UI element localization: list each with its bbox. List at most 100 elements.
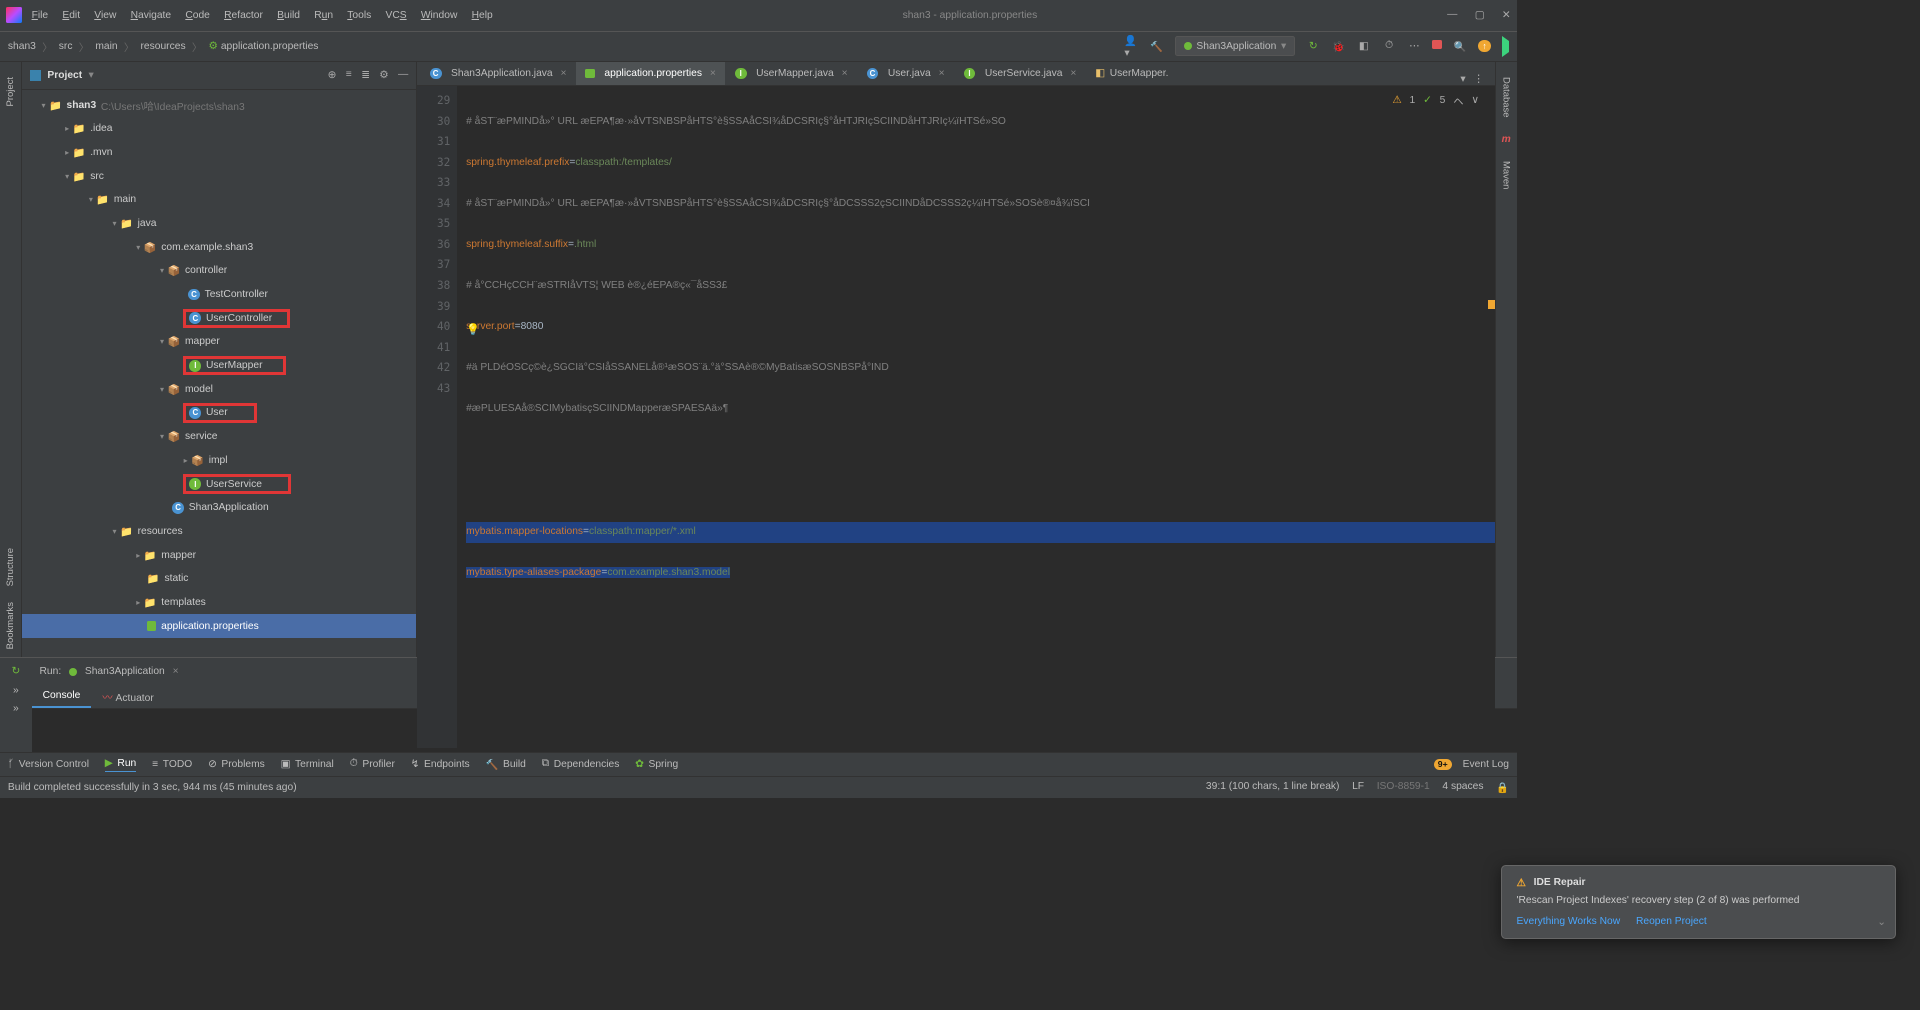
crumb-3[interactable]: resources [141, 41, 186, 52]
tree-src[interactable]: ▾📁src [22, 164, 416, 188]
bt-dependencies[interactable]: ⧉Dependencies [542, 758, 620, 770]
tree-service[interactable]: ▾📦service [22, 425, 416, 449]
user-icon[interactable]: 👤▾ [1124, 39, 1138, 53]
more2-icon[interactable]: » [13, 703, 19, 714]
bt-endpoints[interactable]: ↯Endpoints [411, 758, 470, 770]
tree-shan3app[interactable]: CShan3Application [22, 496, 416, 520]
attach-icon[interactable]: ⋯ [1407, 39, 1421, 53]
crumb-2[interactable]: main [95, 41, 117, 52]
bt-todo[interactable]: ≡TODO [152, 759, 192, 770]
run-tab-close-icon[interactable]: × [173, 666, 179, 677]
tree-model[interactable]: ▾📦model [22, 377, 416, 401]
stripe-structure[interactable]: Structure [5, 548, 16, 586]
menu-tools[interactable]: Tools [347, 10, 371, 21]
menu-help[interactable]: Help [472, 10, 493, 21]
more-icon[interactable]: » [13, 685, 19, 696]
expand-icon[interactable]: ≡ [346, 69, 352, 81]
right-tool-stripe[interactable]: Database m Maven [1495, 62, 1517, 658]
debug-icon[interactable]: 🐞 [1331, 39, 1345, 53]
bt-run[interactable]: ▶Run [105, 757, 136, 772]
tab-app-properties[interactable]: application.properties× [576, 62, 725, 86]
run-config-name[interactable]: Shan3Application [85, 666, 165, 677]
status-encoding[interactable]: ISO-8859-1 [1377, 781, 1430, 794]
bt-spring[interactable]: ✿Spring [635, 758, 678, 770]
coverage-icon[interactable]: ◧ [1357, 39, 1371, 53]
crumb-1[interactable]: src [59, 41, 73, 52]
bt-eventlog[interactable]: Event Log [1463, 759, 1509, 770]
scroll-down-icon[interactable]: ∨ [1471, 94, 1479, 106]
left-tool-stripe[interactable]: Project Structure Bookmarks [0, 62, 22, 658]
bt-vcs[interactable]: ᚶVersion Control [8, 759, 89, 770]
sync-icon[interactable]: ↑ [1478, 40, 1491, 53]
stripe-maven[interactable]: Maven [1501, 161, 1512, 189]
tree-package[interactable]: ▾📦com.example.shan3 [22, 235, 416, 259]
editor-tabs[interactable]: CShan3Application.java× application.prop… [417, 62, 1495, 87]
tree-resources[interactable]: ▾📁resources [22, 520, 416, 544]
run-tab-actuator[interactable]: 〰 Actuator [91, 684, 164, 708]
locate-icon[interactable]: ⊕ [328, 69, 337, 81]
notif-action-reopen[interactable]: Reopen Project [1636, 916, 1707, 927]
run-icon[interactable]: ↻ [1306, 39, 1320, 53]
bt-build[interactable]: 🔨Build [485, 758, 525, 771]
rerun-icon[interactable]: ↻ [11, 665, 20, 677]
status-indent[interactable]: 4 spaces [1442, 781, 1483, 794]
tab-user[interactable]: CUser.java× [857, 62, 954, 86]
bt-problems[interactable]: ⊘Problems [208, 758, 265, 770]
tree-root[interactable]: ▾📁shan3C:\Users\哈\IdeaProjects\shan3 [22, 93, 416, 117]
collapse-icon[interactable]: ≣ [361, 69, 370, 81]
settings-icon[interactable]: ⚙ [379, 69, 388, 81]
breadcrumb[interactable]: shan3〉 src〉 main〉 resources〉 ⚙ applicati… [8, 39, 319, 54]
code-editor[interactable]: 293031323334353637383940414243 # åST¨æPM… [417, 86, 1495, 748]
crumb-4[interactable]: application.properties [221, 41, 319, 52]
tree-static[interactable]: 📁static [22, 567, 416, 591]
tree-app-properties[interactable]: application.properties [22, 614, 416, 638]
tab-usermapper-xml[interactable]: ◧UserMapper. [1086, 62, 1178, 86]
tree-controller[interactable]: ▾📦controller [22, 259, 416, 283]
menu-file[interactable]: File [32, 10, 49, 21]
crumb-0[interactable]: shan3 [8, 41, 36, 52]
services-icon[interactable] [1502, 41, 1509, 52]
tree-usercontroller[interactable]: CUserController [22, 306, 416, 330]
status-linesep[interactable]: LF [1352, 781, 1364, 794]
menu-navigate[interactable]: Navigate [131, 10, 172, 21]
tree-user[interactable]: CUser [22, 401, 416, 425]
stripe-database[interactable]: Database [1501, 77, 1512, 118]
tree-impl[interactable]: ▸📦impl [22, 449, 416, 473]
check-icon[interactable]: ✓ [1423, 94, 1432, 106]
tree-idea[interactable]: ▸📁.idea [22, 117, 416, 141]
menu-run[interactable]: Run [314, 10, 333, 21]
stripe-project[interactable]: Project [5, 77, 16, 106]
tab-shan3app[interactable]: CShan3Application.java× [420, 62, 576, 86]
tabs-dropdown-icon[interactable]: ▾ [1460, 73, 1465, 85]
close-icon[interactable]: ✕ [1502, 9, 1511, 21]
stripe-bookmarks[interactable]: Bookmarks [5, 602, 16, 649]
tree-usermapper[interactable]: IUserMapper [22, 354, 416, 378]
bottom-tool-stripe[interactable]: ᚶVersion Control ▶Run ≡TODO ⊘Problems ▣T… [0, 752, 1517, 776]
tree-templates[interactable]: ▸📁templates [22, 591, 416, 615]
notif-collapse-icon[interactable]: ⌄ [1877, 916, 1886, 928]
maximize-icon[interactable]: ▢ [1475, 9, 1485, 21]
menu-edit[interactable]: Edit [62, 10, 80, 21]
hide-icon[interactable]: — [398, 69, 408, 81]
tree-testcontroller[interactable]: CTestController [22, 283, 416, 307]
menu-refactor[interactable]: Refactor [224, 10, 263, 21]
minimize-icon[interactable]: — [1447, 9, 1457, 21]
tabs-more-icon[interactable]: ⋮ [1473, 73, 1483, 85]
notif-action-works[interactable]: Everything Works Now [1517, 916, 1621, 927]
tab-usermapper[interactable]: IUserMapper.java× [725, 62, 857, 86]
project-tree[interactable]: ▾📁shan3C:\Users\哈\IdeaProjects\shan3 ▸📁.… [22, 90, 416, 657]
status-position[interactable]: 39:1 (100 chars, 1 line break) [1206, 781, 1340, 794]
run-tab-console[interactable]: Console [32, 685, 92, 707]
menu-window[interactable]: Window [421, 10, 458, 21]
error-stripe[interactable] [1488, 300, 1494, 309]
menu-code[interactable]: Code [185, 10, 210, 21]
lock-icon[interactable]: 🔒 [1496, 781, 1509, 794]
hammer-icon[interactable]: 🔨 [1150, 39, 1164, 53]
menu-build[interactable]: Build [277, 10, 300, 21]
project-panel-title[interactable]: Project [47, 70, 82, 81]
tree-mvn[interactable]: ▸📁.mvn [22, 141, 416, 165]
bt-terminal[interactable]: ▣Terminal [281, 758, 334, 770]
tree-java[interactable]: ▾📁java [22, 212, 416, 236]
main-menu[interactable]: File Edit View Navigate Code Refactor Bu… [32, 10, 493, 21]
menu-view[interactable]: View [94, 10, 116, 21]
